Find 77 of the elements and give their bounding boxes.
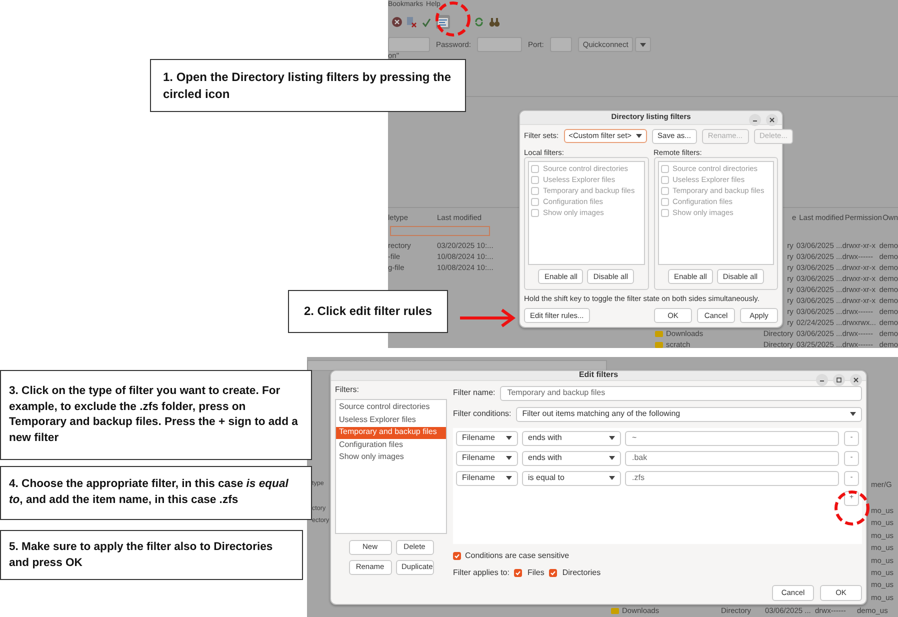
- maximize-icon: [836, 377, 842, 383]
- operator-dropdown[interactable]: ends with: [522, 450, 621, 466]
- checkbox[interactable]: [453, 552, 461, 560]
- checkbox[interactable]: [531, 198, 539, 206]
- maximize-button[interactable]: [833, 374, 845, 386]
- filter-icon: [438, 18, 448, 26]
- callout-text: 4. Choose the appropriate filter, in this case is equal to, and add the item name, in this case .zfs: [0, 466, 312, 520]
- close-button[interactable]: [850, 374, 862, 386]
- callout-text: 1. Open the Directory listing filters by pressing the circled icon: [150, 59, 466, 112]
- field-dropdown[interactable]: Filename: [456, 470, 518, 486]
- value-field[interactable]: .bak: [625, 450, 839, 466]
- document-x-icon: [407, 16, 417, 28]
- value-field[interactable]: ~: [625, 430, 839, 446]
- close-icon: [853, 377, 859, 383]
- close-icon: [769, 117, 775, 123]
- dropdown-button[interactable]: [635, 37, 652, 52]
- path-field[interactable]: [307, 360, 607, 371]
- checkbox[interactable]: [514, 569, 522, 578]
- caret-icon: [636, 134, 642, 138]
- caret-icon: [506, 436, 512, 440]
- checkmark-icon: [454, 553, 460, 560]
- minimize-button[interactable]: [749, 114, 761, 126]
- checkmark-icon: [515, 570, 522, 576]
- field-label: Filter applies to:: [453, 568, 510, 578]
- caret-icon: [609, 476, 615, 480]
- password-field[interactable]: [477, 37, 522, 52]
- caret-icon: [609, 456, 615, 460]
- checkbox[interactable]: [549, 569, 558, 578]
- operator-dropdown[interactable]: ends with: [522, 430, 621, 446]
- checkbox[interactable]: [660, 165, 668, 174]
- checkbox[interactable]: [660, 209, 668, 218]
- filter-item[interactable]: Temporary and backup files: [336, 426, 446, 440]
- filter-item[interactable]: Source control directories: [336, 402, 446, 414]
- field-label: Filter conditions:: [453, 410, 512, 419]
- checkbox[interactable]: [531, 209, 539, 218]
- caret-icon: [850, 412, 856, 416]
- port-field[interactable]: [550, 37, 572, 52]
- dialog-title: Edit filters: [578, 371, 618, 380]
- caret-icon: [609, 436, 615, 440]
- folder-icon: [611, 608, 619, 614]
- checkmark-icon: [550, 570, 556, 576]
- checkbox[interactable]: [531, 176, 539, 184]
- filter-item[interactable]: Configuration files: [336, 439, 446, 452]
- checkbox[interactable]: [531, 187, 539, 196]
- callout-text: 5. Make sure to apply the filter also to Directories and press OK: [0, 530, 303, 580]
- operator-dropdown[interactable]: is equal to: [522, 470, 621, 486]
- checkbox-label: Directories: [562, 568, 601, 578]
- caret-icon: [506, 476, 512, 480]
- filter-item[interactable]: Show only images: [336, 452, 446, 464]
- field-label: Filters:: [335, 386, 360, 395]
- minimize-button[interactable]: [816, 374, 828, 386]
- callout-text: 3. Click on the type of filter you want to create. For example, to exclude the .zfs folder, press on Temporary and backup files. Press the + sign to add a new filter: [0, 370, 312, 460]
- callout-text: 2. Click edit filter rules: [288, 290, 448, 333]
- checkbox[interactable]: [531, 165, 539, 174]
- close-button[interactable]: [766, 114, 778, 126]
- refresh-icon: [474, 17, 484, 27]
- field-label: Filter name:: [453, 388, 496, 398]
- checkbox[interactable]: [660, 176, 668, 184]
- dashed-circle: [834, 490, 870, 526]
- conditions-dropdown[interactable]: Filter out items matching any of the following: [516, 406, 862, 422]
- pointer-arrow: [460, 308, 516, 328]
- host-field[interactable]: [388, 37, 430, 52]
- checkmark-icon: [422, 18, 431, 26]
- filter-name-field[interactable]: Temporary and backup files: [500, 386, 862, 401]
- field-dropdown[interactable]: Filename: [456, 450, 518, 466]
- checkbox-label: Files: [527, 568, 544, 578]
- caret-icon: [506, 456, 512, 460]
- binoculars-icon: [489, 18, 500, 26]
- checkbox[interactable]: [660, 198, 668, 206]
- filter-field[interactable]: [390, 226, 490, 236]
- value-field[interactable]: .zfs: [625, 470, 839, 486]
- checkbox[interactable]: [660, 187, 668, 196]
- field-dropdown[interactable]: Filename: [456, 430, 518, 446]
- checkbox-label: Conditions are case sensitive: [465, 552, 570, 561]
- stop-icon: [392, 17, 402, 27]
- caret-icon: [640, 42, 646, 46]
- filter-item[interactable]: Useless Explorer files: [336, 414, 446, 427]
